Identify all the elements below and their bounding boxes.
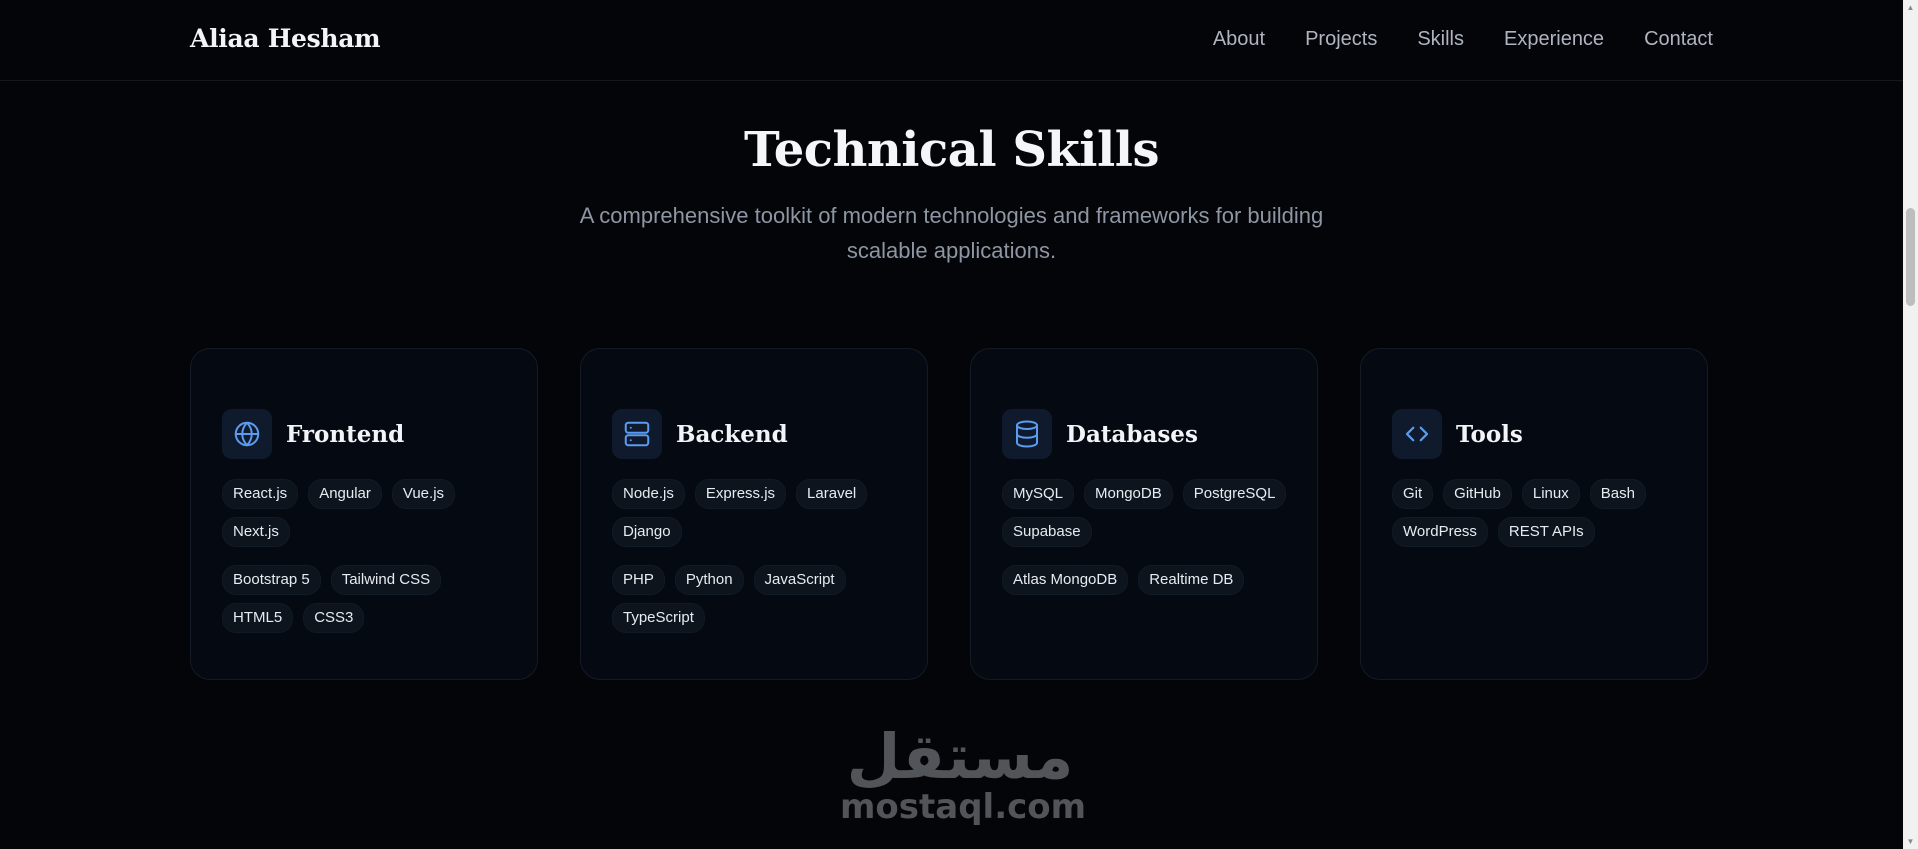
skill-chip: REST APIs: [1497, 517, 1595, 547]
page-scrollbar[interactable]: ▲ ▼: [1903, 0, 1918, 849]
section-subtitle: A comprehensive toolkit of modern techno…: [579, 203, 1324, 263]
server-icon: [612, 409, 662, 459]
watermark-latin: mostaql.com: [840, 787, 1087, 827]
card-header: Databases: [1002, 409, 1198, 459]
database-icon: [1002, 409, 1052, 459]
skill-chip: Tailwind CSS: [330, 565, 442, 595]
skill-chip: Linux: [1521, 479, 1580, 509]
scroll-thumb[interactable]: [1906, 208, 1915, 306]
skill-chip: Atlas MongoDB: [1002, 565, 1129, 595]
card-title: Frontend: [286, 420, 405, 448]
chip-group: Node.js Express.js Laravel Django: [612, 479, 912, 555]
card-header: Tools: [1392, 409, 1523, 459]
skill-chip: Bash: [1589, 479, 1646, 509]
skill-card-databases: Databases MySQL MongoDB PostgreSQL Supab…: [970, 348, 1318, 680]
skill-chip: MySQL: [1002, 479, 1075, 509]
chip-group: MySQL MongoDB PostgreSQL Supabase: [1002, 479, 1302, 555]
skill-chip: Node.js: [612, 479, 685, 509]
brand-logo[interactable]: Aliaa Hesham: [190, 24, 381, 53]
chip-group: Bootstrap 5 Tailwind CSS HTML5 CSS3: [222, 565, 522, 641]
chip-group: Git GitHub Linux Bash WordPress REST API…: [1392, 479, 1692, 555]
skill-chip: Git: [1392, 479, 1434, 509]
skill-chip: Django: [612, 517, 682, 547]
nav-link-about[interactable]: About: [1213, 28, 1265, 51]
chip-group: PHP Python JavaScript TypeScript: [612, 565, 912, 641]
skill-chip: CSS3: [303, 603, 365, 633]
skill-chip: Express.js: [694, 479, 787, 509]
watermark-arabic: مستقل: [846, 720, 1074, 793]
skill-chip: GitHub: [1443, 479, 1512, 509]
mostaql-watermark: مستقل mostaql.com: [840, 720, 1087, 827]
skill-chip: Python: [674, 565, 744, 595]
nav-link-projects[interactable]: Projects: [1305, 28, 1377, 51]
nav-link-skills[interactable]: Skills: [1417, 28, 1464, 51]
skill-chip: Supabase: [1002, 517, 1092, 547]
chip-group: Atlas MongoDB Realtime DB: [1002, 565, 1302, 603]
skill-chip: Bootstrap 5: [222, 565, 321, 595]
card-title: Tools: [1456, 420, 1523, 448]
skill-chip: Next.js: [222, 517, 290, 547]
card-title: Backend: [676, 420, 788, 448]
scroll-up-icon[interactable]: ▲: [1903, 0, 1918, 15]
skill-chips: Git GitHub Linux Bash WordPress REST API…: [1392, 479, 1692, 565]
site-header: Aliaa Hesham About Projects Skills Exper…: [0, 0, 1903, 81]
skill-chip: TypeScript: [612, 603, 705, 633]
card-header: Frontend: [222, 409, 404, 459]
skill-chips: MySQL MongoDB PostgreSQL Supabase Atlas …: [1002, 479, 1302, 613]
globe-icon: [222, 409, 272, 459]
skill-chip: Vue.js: [391, 479, 456, 509]
skill-chip: WordPress: [1392, 517, 1488, 547]
skill-chip: HTML5: [222, 603, 294, 633]
card-header: Backend: [612, 409, 788, 459]
skill-chip: Angular: [308, 479, 382, 509]
skill-chips: React.js Angular Vue.js Next.js Bootstra…: [222, 479, 522, 651]
card-title: Databases: [1066, 420, 1198, 448]
nav-link-contact[interactable]: Contact: [1644, 28, 1713, 51]
nav-link-experience[interactable]: Experience: [1504, 28, 1604, 51]
chip-group: React.js Angular Vue.js Next.js: [222, 479, 522, 555]
skill-chip: MongoDB: [1084, 479, 1173, 509]
skill-chip: Realtime DB: [1138, 565, 1245, 595]
scroll-down-icon[interactable]: ▼: [1903, 834, 1918, 849]
skill-chip: React.js: [222, 479, 299, 509]
skill-chip: PostgreSQL: [1182, 479, 1287, 509]
main-nav: About Projects Skills Experience Contact: [1213, 28, 1713, 51]
skill-card-backend: Backend Node.js Express.js Laravel Djang…: [580, 348, 928, 680]
skill-card-tools: Tools Git GitHub Linux Bash WordPress RE…: [1360, 348, 1708, 680]
section-title: Technical Skills: [744, 122, 1159, 178]
code-icon: [1392, 409, 1442, 459]
skill-chips: Node.js Express.js Laravel Django PHP Py…: [612, 479, 912, 651]
skill-chip: Laravel: [796, 479, 868, 509]
skill-chip: PHP: [612, 565, 665, 595]
skill-card-frontend: Frontend React.js Angular Vue.js Next.js…: [190, 348, 538, 680]
skill-chip: JavaScript: [753, 565, 846, 595]
